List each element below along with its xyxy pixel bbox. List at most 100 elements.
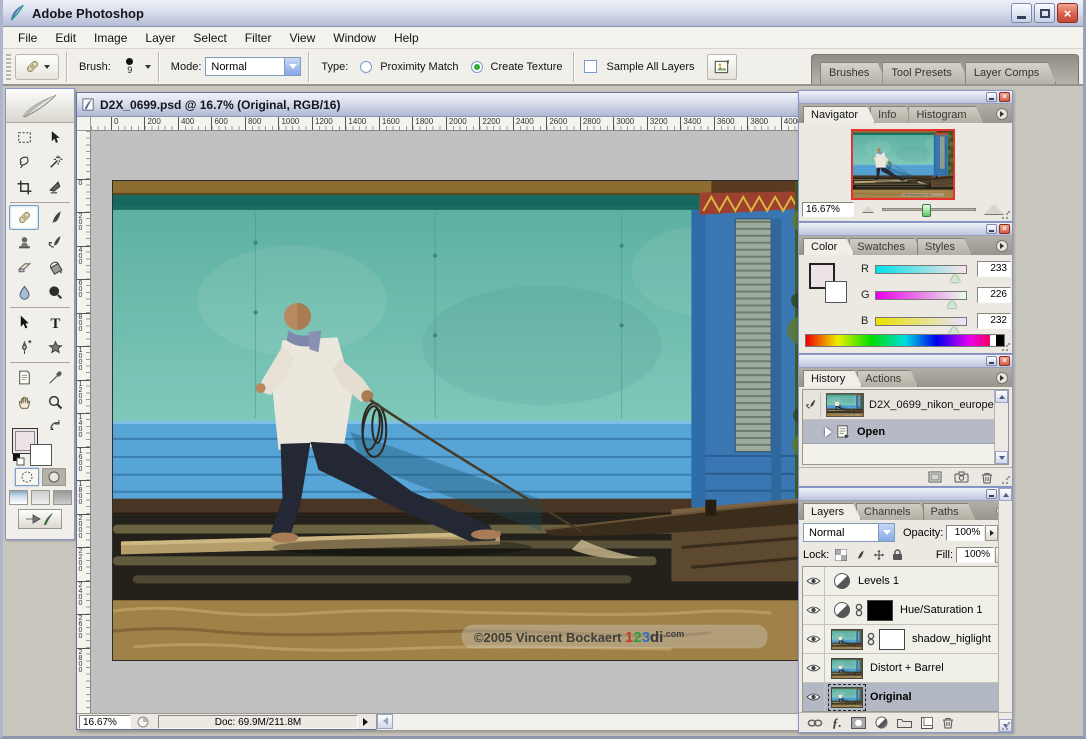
menu-select[interactable]: Select xyxy=(184,29,235,47)
radio-texture-label[interactable]: Create Texture xyxy=(491,61,563,73)
layer-name[interactable]: Hue/Saturation 1 xyxy=(900,604,983,616)
navigator-titlebar[interactable]: × xyxy=(799,91,1012,104)
panel-close-button[interactable]: × xyxy=(999,356,1010,366)
tool-hand[interactable] xyxy=(9,390,39,415)
options-grabber[interactable] xyxy=(6,54,11,80)
menu-view[interactable]: View xyxy=(280,29,324,47)
lock-all-icon[interactable] xyxy=(890,548,905,562)
opacity-slider-button[interactable] xyxy=(985,525,998,541)
tool-paint-bucket[interactable] xyxy=(40,255,70,280)
history-titlebar[interactable]: × xyxy=(799,355,1012,368)
tab-actions[interactable]: Actions xyxy=(857,370,918,387)
panel-minimize-button[interactable] xyxy=(986,356,997,366)
new-adjustment-layer-icon[interactable] xyxy=(875,716,888,729)
snapshot-name[interactable]: D2X_0699_nikon_europe.... xyxy=(869,399,1006,411)
tool-healing-brush[interactable] xyxy=(9,205,39,230)
sample-all-layers-label[interactable]: Sample All Layers xyxy=(606,61,694,73)
tab-paths[interactable]: Paths xyxy=(923,503,976,520)
layer-row-levels[interactable]: Levels 1 xyxy=(803,567,1008,596)
layer-row-shadow-highlight[interactable]: shadow_higlight xyxy=(803,625,1008,654)
standard-screen-mode-button[interactable] xyxy=(9,490,28,505)
link-layers-icon[interactable] xyxy=(807,718,823,728)
red-value-field[interactable]: 233 xyxy=(977,261,1011,277)
blue-value-field[interactable]: 232 xyxy=(977,313,1011,329)
ruler-horizontal[interactable]: 0200400600800100012001400160018002000220… xyxy=(91,117,851,131)
history-state-open[interactable]: Open xyxy=(803,420,1008,444)
file-browser-button[interactable] xyxy=(707,54,737,80)
status-note-icon[interactable] xyxy=(134,715,152,729)
layer-mask-thumbnail[interactable] xyxy=(867,600,893,621)
navigator-zoom-field[interactable]: 16.67% xyxy=(802,202,854,217)
green-slider[interactable] xyxy=(875,291,967,300)
scroll-left-icon[interactable] xyxy=(377,714,393,729)
quick-mask-mode-button[interactable] xyxy=(42,468,66,486)
history-snapshot-row[interactable]: D2X_0699_nikon_europe.... xyxy=(803,390,1008,420)
tool-pen[interactable] xyxy=(9,335,39,360)
canvas-area[interactable] xyxy=(91,131,851,715)
tab-channels[interactable]: Channels xyxy=(856,503,927,520)
tab-histogram[interactable]: Histogram xyxy=(908,106,983,123)
tool-blur[interactable] xyxy=(9,280,39,305)
radio-create-texture[interactable] xyxy=(471,61,483,73)
menu-file[interactable]: File xyxy=(9,29,46,47)
well-tab-brushes[interactable]: Brushes xyxy=(820,62,886,84)
tab-color[interactable]: Color xyxy=(803,238,854,255)
visibility-toggle[interactable] xyxy=(803,683,825,711)
radio-proximity-match[interactable] xyxy=(360,61,372,73)
scroll-down-icon[interactable] xyxy=(995,451,1008,464)
layer-row-distort-barrel[interactable]: Distort + Barrel xyxy=(803,654,1008,683)
menu-window[interactable]: Window xyxy=(324,29,385,47)
tab-swatches[interactable]: Swatches xyxy=(849,238,922,255)
green-slider-thumb[interactable] xyxy=(947,300,957,308)
ruler-vertical[interactable]: 0200400600800100012001400160018002000220… xyxy=(77,131,91,715)
well-tab-tool-presets[interactable]: Tool Presets xyxy=(882,62,969,84)
blue-slider-thumb[interactable] xyxy=(949,326,959,334)
tool-path-selection[interactable] xyxy=(9,310,39,335)
scroll-up-icon[interactable] xyxy=(995,390,1008,403)
history-scrollbar[interactable] xyxy=(994,390,1008,464)
lock-position-icon[interactable] xyxy=(871,548,886,562)
new-layer-icon[interactable] xyxy=(921,717,933,729)
panel-resize-grip[interactable] xyxy=(1001,210,1011,220)
tool-crop[interactable] xyxy=(9,175,39,200)
new-document-from-state-icon[interactable] xyxy=(926,470,944,484)
panel-resize-grip[interactable] xyxy=(1001,342,1011,352)
scroll-up-icon[interactable] xyxy=(999,488,1012,501)
red-slider[interactable] xyxy=(875,265,967,274)
layer-row-original[interactable]: Original xyxy=(803,683,1008,712)
layer-name[interactable]: shadow_higlight xyxy=(912,633,991,645)
sample-all-layers-checkbox[interactable] xyxy=(584,60,597,73)
new-group-icon[interactable] xyxy=(897,717,912,728)
visibility-toggle[interactable] xyxy=(803,625,825,653)
delete-layer-icon[interactable] xyxy=(942,716,954,729)
menu-filter[interactable]: Filter xyxy=(236,29,281,47)
well-tab-layer-comps[interactable]: Layer Comps xyxy=(965,62,1056,84)
layer-thumbnail[interactable] xyxy=(831,658,863,679)
tool-history-brush[interactable] xyxy=(40,230,70,255)
tool-dodge[interactable] xyxy=(40,280,70,305)
background-color-swatch[interactable] xyxy=(30,444,52,466)
status-zoom-field[interactable]: 16.67% xyxy=(79,715,131,729)
radio-proximity-label[interactable]: Proximity Match xyxy=(380,61,458,73)
tool-clone-stamp[interactable] xyxy=(9,230,39,255)
combo-arrow-icon[interactable] xyxy=(878,524,894,541)
maximize-button[interactable] xyxy=(1034,3,1055,23)
close-button[interactable]: × xyxy=(1057,3,1078,23)
tab-info[interactable]: Info xyxy=(870,106,913,123)
adjustment-layer-icon[interactable] xyxy=(833,601,851,619)
toolbox-header[interactable] xyxy=(6,89,74,123)
panel-resize-grip[interactable] xyxy=(1001,475,1011,485)
swap-colors-icon[interactable] xyxy=(48,420,62,432)
color-titlebar[interactable]: × xyxy=(799,223,1012,236)
panel-minimize-button[interactable] xyxy=(986,224,997,234)
tool-brush[interactable] xyxy=(40,205,70,230)
menu-image[interactable]: Image xyxy=(85,29,136,47)
edit-in-imageready-button[interactable] xyxy=(18,509,62,529)
horizontal-scrollbar[interactable] xyxy=(376,714,865,730)
history-source-icon[interactable] xyxy=(803,393,821,417)
blend-mode-select[interactable]: Normal xyxy=(803,523,895,542)
panel-minimize-button[interactable] xyxy=(986,489,997,499)
slider-thumb[interactable] xyxy=(922,204,931,217)
layers-scrollbar[interactable] xyxy=(998,488,1012,732)
visibility-toggle[interactable] xyxy=(803,596,825,624)
